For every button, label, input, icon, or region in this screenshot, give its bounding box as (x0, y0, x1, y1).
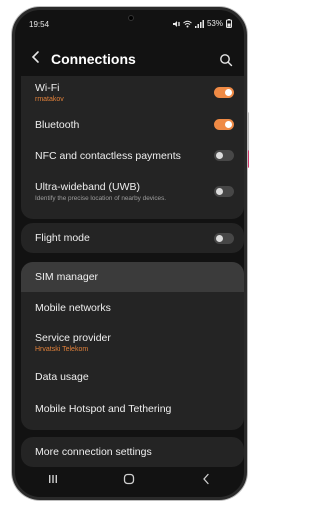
status-bar: 19:54 53% (15, 10, 244, 32)
home-icon (124, 473, 135, 485)
wifi-network-name: rmatakov (35, 96, 64, 103)
hotspot-label: Mobile Hotspot and Tethering (35, 403, 172, 415)
nfc-row[interactable]: NFC and contactless payments (21, 140, 244, 171)
wifi-icon (183, 20, 192, 27)
battery-percent: 53% (206, 19, 223, 28)
home-button[interactable] (119, 472, 139, 486)
wifi-toggle[interactable] (214, 87, 234, 98)
recents-icon (49, 475, 58, 483)
recents-button[interactable] (43, 472, 63, 486)
uwb-toggle[interactable] (214, 185, 234, 197)
phone-screen: 19:54 53% Connections Wi-Fi rmatakov Blu… (12, 7, 247, 500)
back-icon (202, 473, 209, 485)
wifi-row[interactable]: Wi-Fi rmatakov (21, 76, 244, 109)
service-provider-label: Service provider (35, 331, 111, 344)
uwb-row[interactable]: Ultra-wideband (UWB) Identify the precis… (21, 171, 244, 211)
signal-icon (194, 19, 204, 28)
service-provider-row[interactable]: Service provider Hrvatski Telekom (21, 323, 244, 361)
search-icon[interactable] (219, 53, 233, 67)
page-title: Connections (51, 51, 136, 67)
flight-mode-card: Flight mode (21, 223, 244, 253)
bluetooth-label: Bluetooth (35, 118, 80, 131)
data-usage-row[interactable]: Data usage (21, 361, 244, 392)
flight-mode-toggle[interactable] (214, 232, 234, 244)
app-header: Connections (15, 48, 244, 74)
bluetooth-row[interactable]: Bluetooth (21, 109, 244, 140)
data-usage-label: Data usage (35, 370, 89, 383)
uwb-description: Identify the precise location of nearby … (35, 194, 167, 202)
sim-manager-row[interactable]: SIM manager (21, 262, 244, 292)
mute-icon (172, 20, 180, 27)
hotspot-row[interactable]: Mobile Hotspot and Tethering (21, 392, 244, 426)
uwb-label: Ultra-wideband (UWB) (35, 180, 141, 193)
nfc-toggle[interactable] (214, 150, 234, 161)
mobile-networks-label: Mobile networks (35, 301, 111, 314)
network-card: SIM manager Mobile networks Service prov… (21, 262, 244, 430)
nfc-label: NFC and contactless payments (35, 149, 181, 162)
sim-manager-label: SIM manager (35, 271, 99, 283)
status-time: 19:54 (29, 20, 50, 29)
mobile-networks-row[interactable]: Mobile networks (21, 292, 244, 323)
flight-mode-label: Flight mode (35, 232, 90, 244)
chevron-left-icon[interactable] (31, 50, 41, 64)
back-button[interactable] (196, 472, 216, 486)
more-settings-label: More connection settings (35, 446, 152, 458)
wifi-label: Wi-Fi (35, 82, 60, 94)
bluetooth-toggle[interactable] (214, 119, 234, 130)
battery-icon (226, 19, 232, 28)
flight-mode-row[interactable]: Flight mode (21, 223, 244, 253)
connections-card: Wi-Fi rmatakov Bluetooth NFC and contact… (21, 76, 244, 219)
service-provider-name: Hrvatski Telekom (35, 345, 89, 353)
navigation-bar (15, 461, 244, 497)
